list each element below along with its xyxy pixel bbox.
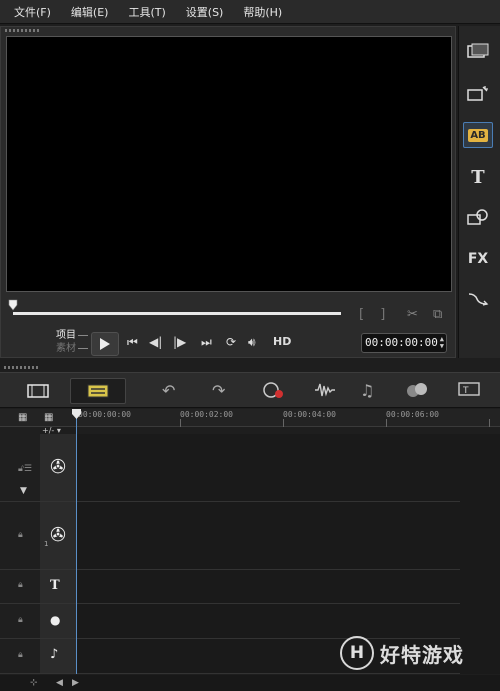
playhead-handle[interactable] xyxy=(72,409,81,419)
title-track[interactable]: 🔒︎ T xyxy=(0,570,460,604)
ruler-label: 00:00:02:00 xyxy=(180,410,233,419)
instant-project-icon[interactable] xyxy=(463,80,493,106)
watermark-text: 好特游戏 xyxy=(380,642,464,667)
redo-icon[interactable]: ↷ xyxy=(212,381,225,400)
menu-tools[interactable]: 工具(T) xyxy=(128,4,165,20)
film-reel-icon: ✇ xyxy=(50,524,66,546)
menu-file[interactable]: 文件(F) xyxy=(14,4,51,20)
project-clip-toggle[interactable]: 项目 素材 xyxy=(56,329,88,355)
library-tab-bar: AB T FX xyxy=(458,26,500,358)
undo-icon[interactable]: ↶ xyxy=(162,381,175,400)
timecode-value: 00:00:00:00 xyxy=(365,336,438,349)
split-clip-icon[interactable]: ✂ xyxy=(407,307,418,322)
motion-tracking-icon[interactable] xyxy=(405,381,429,403)
show-all-tracks-icon[interactable]: ▦ xyxy=(18,412,27,423)
repeat-icon[interactable]: ⟳ xyxy=(226,335,236,349)
scroll-right-icon[interactable]: ▶ xyxy=(72,678,79,688)
timeline-status-bar: ⊹ ◀ ▶ xyxy=(0,675,500,691)
player-panel: [ ] ✂ ⧉ 项目 素材 ⏮ ◀| |▶ ⏭ ⟳ 🔊︎ HD 00:00:00… xyxy=(0,26,456,358)
title-icon[interactable]: T xyxy=(463,164,493,190)
menu-settings[interactable]: 设置(S) xyxy=(186,4,224,20)
overlay-track-number: 1 xyxy=(44,540,49,548)
watermark-logo: H xyxy=(340,636,374,670)
expand-track-icon[interactable]: ▼ xyxy=(20,486,27,496)
auto-music-icon[interactable]: ♫ xyxy=(360,381,374,400)
go-to-end-icon[interactable]: ⏭ xyxy=(201,335,212,350)
playhead-line[interactable] xyxy=(76,409,77,674)
timecode-spinner-icon[interactable]: ▲ ▼ xyxy=(440,336,444,350)
enlarge-preview-icon[interactable]: ⧉ xyxy=(433,307,442,322)
ruler-tick xyxy=(180,419,181,427)
previous-frame-icon[interactable]: ◀| xyxy=(149,335,162,349)
mark-in-out-buttons[interactable]: [ ] xyxy=(359,307,391,322)
path-icon[interactable] xyxy=(463,286,493,312)
subtitle-editor-icon[interactable]: T xyxy=(458,381,480,401)
ruler-label: 00:00:00:00 xyxy=(78,410,131,419)
video-track[interactable]: 🔓︎☰ ▼ ✇ xyxy=(0,434,460,502)
transition-icon[interactable]: AB xyxy=(463,122,493,148)
filmstrip-icon xyxy=(27,384,49,398)
timeline-grip[interactable] xyxy=(4,366,40,369)
menu-bar: 文件(F) 编辑(E) 工具(T) 设置(S) 帮助(H) xyxy=(0,0,500,24)
next-frame-icon[interactable]: |▶ xyxy=(173,335,186,349)
graphics-icon[interactable] xyxy=(463,204,493,230)
lock-icon[interactable]: 🔒︎ xyxy=(18,615,23,625)
title-T-icon: T xyxy=(50,578,60,593)
svg-text:T: T xyxy=(462,386,469,396)
lock-icon[interactable]: 🔒︎ xyxy=(18,580,23,590)
clip-mode-label[interactable]: 素材 xyxy=(56,343,76,354)
lock-icon[interactable]: 🔒︎ xyxy=(18,530,23,540)
ruler-label: 00:00:06:00 xyxy=(386,410,439,419)
ruler-tick xyxy=(283,419,284,427)
overlay-track[interactable]: 🔒︎ 1 ✇ xyxy=(0,502,460,570)
scrub-bar[interactable] xyxy=(13,312,341,315)
play-icon xyxy=(100,338,110,350)
ruler-tick xyxy=(489,419,490,427)
go-to-start-icon[interactable]: ⏮ xyxy=(127,335,138,350)
zoom-to-fit-icon[interactable]: ⊹ xyxy=(30,678,38,688)
film-reel-icon: ✇ xyxy=(50,456,66,478)
panel-grip[interactable] xyxy=(5,29,41,32)
timecode-field[interactable]: 00:00:00:00 ▲ ▼ xyxy=(361,333,447,353)
site-watermark: H 好特游戏 xyxy=(340,636,464,670)
track-zoom-controls[interactable]: +/- ▾ xyxy=(42,426,76,435)
timeline-toolbar: ↶ ↷ ♫ T xyxy=(0,372,500,408)
hd-preview-toggle[interactable]: HD xyxy=(273,335,291,348)
menu-help[interactable]: 帮助(H) xyxy=(243,4,282,20)
ruler-tick xyxy=(386,419,387,427)
volume-icon[interactable]: 🔊︎ xyxy=(248,335,256,350)
sound-mixer-icon[interactable] xyxy=(314,381,336,403)
timeline-view-icon xyxy=(87,384,109,398)
record-capture-icon[interactable] xyxy=(262,381,284,403)
project-mode-label[interactable]: 项目 xyxy=(56,330,76,341)
storyboard-view-button[interactable] xyxy=(10,378,66,404)
preview-window xyxy=(6,36,452,292)
filter-icon[interactable]: FX xyxy=(463,246,493,272)
track-manager-icon[interactable]: 🔓︎☰ xyxy=(18,464,32,474)
media-library-icon[interactable] xyxy=(463,38,493,64)
music-note-icon: ♪ xyxy=(50,647,59,662)
microphone-icon: ● xyxy=(50,613,61,627)
play-button[interactable] xyxy=(91,332,119,356)
ruler-label: 00:00:04:00 xyxy=(283,410,336,419)
add-remove-chapter-icon[interactable]: ▦ xyxy=(44,412,53,423)
menu-edit[interactable]: 编辑(E) xyxy=(71,4,109,20)
timeline-view-button[interactable] xyxy=(70,378,126,404)
scroll-left-icon[interactable]: ◀ xyxy=(56,678,63,688)
scrubber-handle[interactable] xyxy=(8,299,18,311)
lock-icon[interactable]: 🔒︎ xyxy=(18,650,23,660)
voice-track[interactable]: 🔒︎ ● xyxy=(0,604,460,639)
